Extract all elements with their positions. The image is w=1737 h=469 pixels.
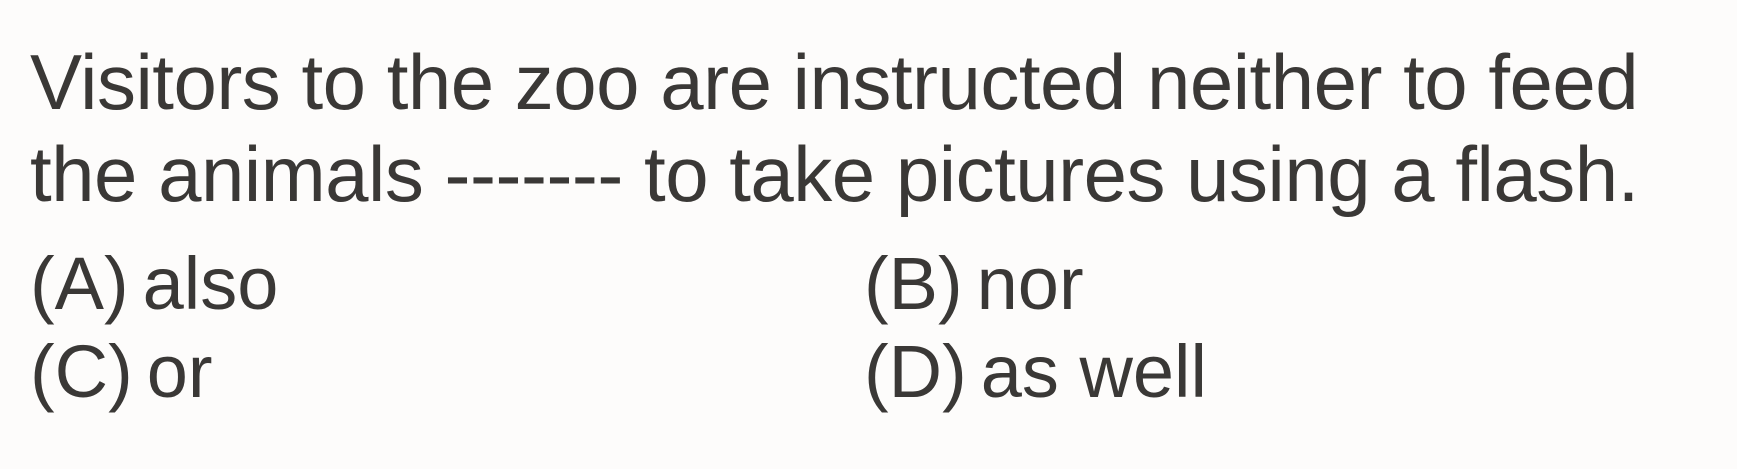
option-a[interactable]: (A) also — [30, 240, 278, 328]
option-b[interactable]: (B) nor — [864, 240, 1084, 328]
option-c[interactable]: (C) or — [30, 328, 213, 416]
option-d[interactable]: (D) as well — [864, 328, 1207, 416]
option-c-text: or — [146, 330, 213, 413]
option-a-text: also — [142, 242, 279, 325]
option-b-letter: (B) — [864, 242, 963, 325]
question-line-1: Visitors to the zoo are instructed neith… — [30, 38, 1639, 126]
option-b-text: nor — [976, 242, 1084, 325]
option-d-text: as well — [980, 330, 1207, 413]
option-d-letter: (D) — [864, 330, 967, 413]
option-a-letter: (A) — [30, 242, 129, 325]
option-c-letter: (C) — [30, 330, 133, 413]
question-text: Visitors to the zoo are instructed neith… — [30, 36, 1720, 220]
question-line-2: the animals ------- to take pictures usi… — [30, 130, 1639, 218]
